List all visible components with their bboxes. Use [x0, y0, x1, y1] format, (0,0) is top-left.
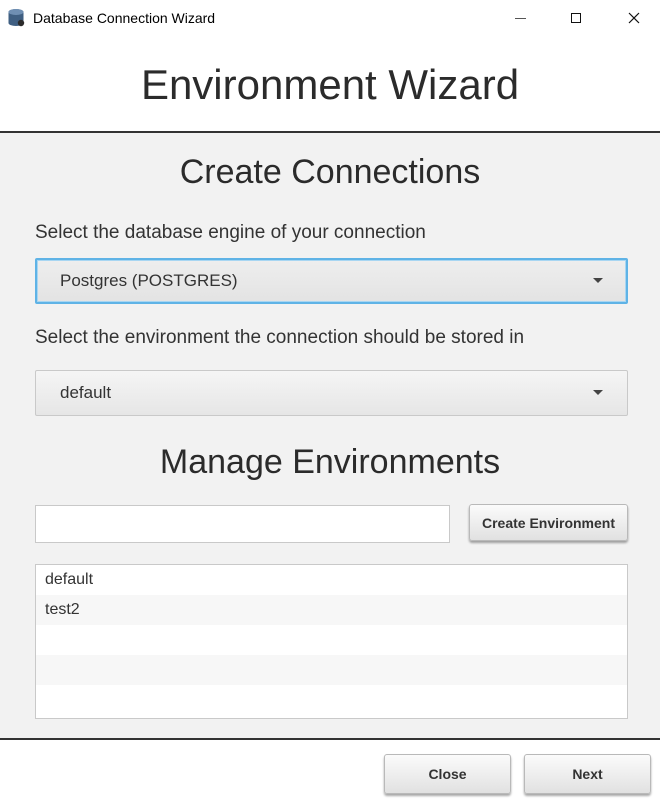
minimize-button[interactable]	[497, 0, 543, 36]
maximize-button[interactable]	[553, 0, 599, 36]
environment-list[interactable]: default test2	[35, 564, 628, 719]
dropdown-arrow-icon	[593, 390, 603, 395]
maximize-icon	[571, 13, 581, 23]
environment-select-value: default	[60, 383, 112, 402]
environment-name-input[interactable]	[35, 505, 450, 543]
engine-label: Select the database engine of your conne…	[35, 222, 426, 243]
page-title: Environment Wizard	[140, 61, 520, 108]
manage-environments-title: Manage Environments	[159, 443, 501, 481]
environment-select[interactable]: default	[35, 370, 628, 416]
dropdown-arrow-icon	[593, 278, 603, 283]
list-item	[36, 655, 627, 685]
minimize-icon	[514, 17, 526, 19]
close-icon	[628, 12, 640, 24]
close-button[interactable]: Close	[384, 754, 511, 794]
list-item[interactable]: test2	[36, 595, 627, 625]
list-item[interactable]: default	[36, 565, 627, 595]
engine-select-value: Postgres (POSTGRES)	[60, 271, 238, 290]
engine-select[interactable]: Postgres (POSTGRES)	[35, 258, 628, 304]
environment-label: Select the environment the connection sh…	[35, 327, 525, 348]
wizard-footer: Close Next	[0, 740, 660, 808]
next-button[interactable]: Next	[524, 754, 651, 794]
window-close-button[interactable]	[611, 0, 657, 36]
create-connections-title: Create Connections	[179, 153, 481, 191]
wizard-content: Create Connections Select the database e…	[0, 133, 660, 738]
database-icon	[8, 9, 25, 27]
wizard-header: Environment Wizard	[0, 36, 660, 131]
window-title: Database Connection Wizard	[33, 10, 216, 26]
list-item	[36, 685, 627, 715]
create-environment-button[interactable]: Create Environment	[469, 504, 628, 541]
title-bar: Database Connection Wizard	[0, 0, 660, 36]
list-item	[36, 625, 627, 655]
